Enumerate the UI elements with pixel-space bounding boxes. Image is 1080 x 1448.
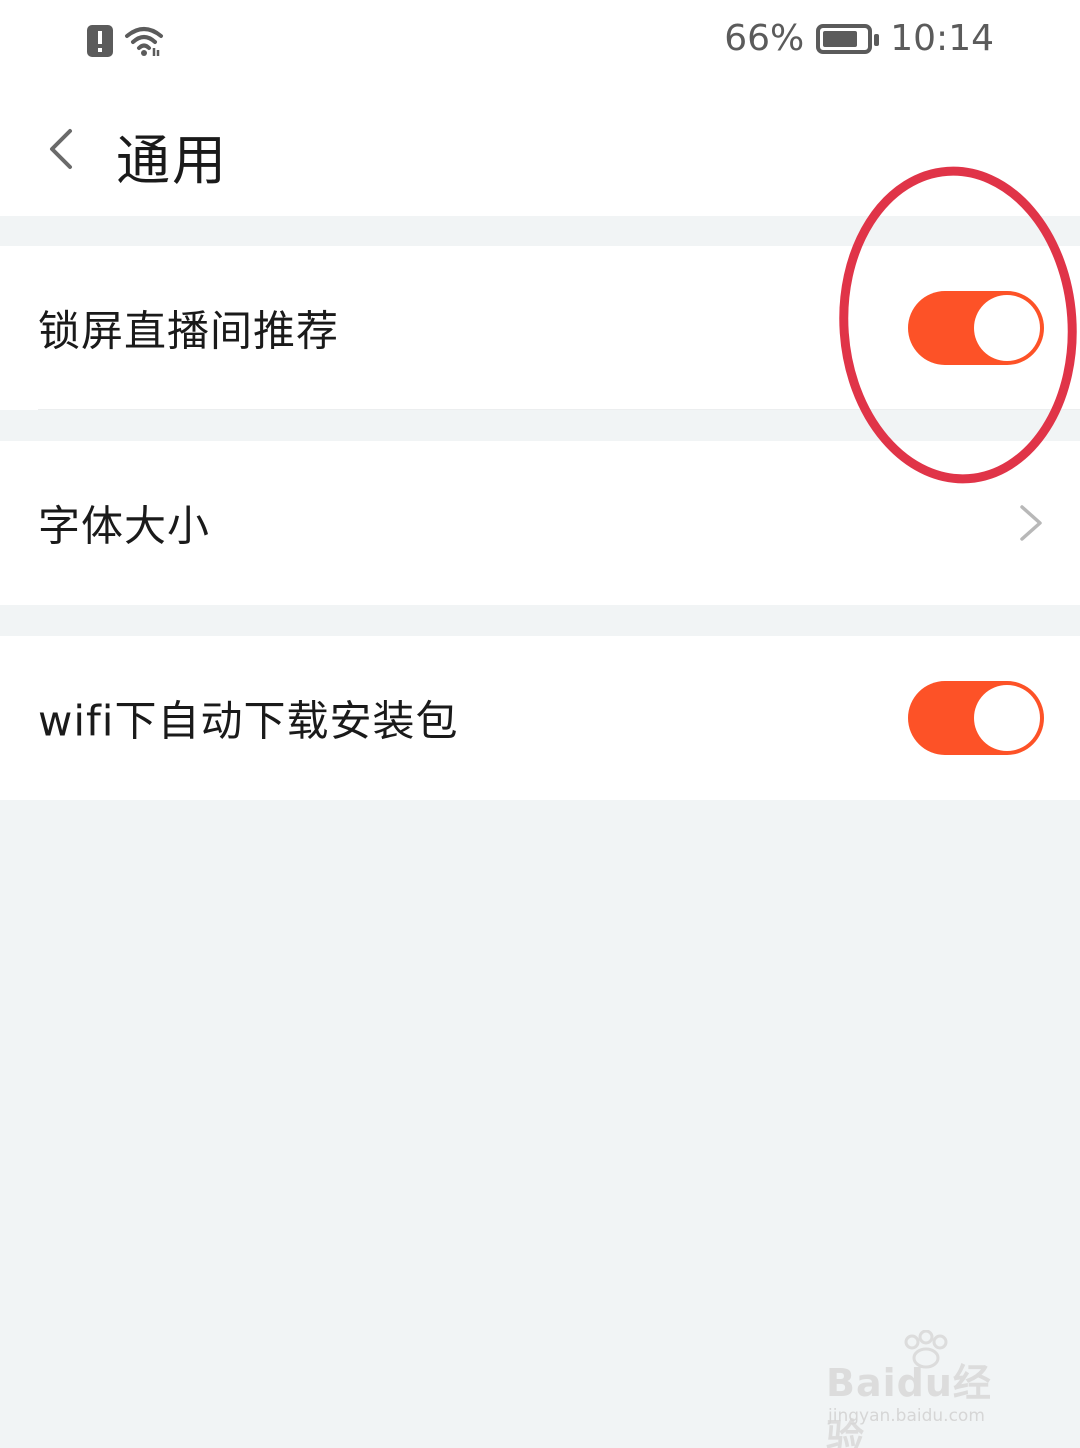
- battery-percent: 66%: [724, 18, 805, 59]
- back-button[interactable]: [30, 114, 90, 184]
- chevron-left-icon: [50, 129, 72, 169]
- annotation-circle: [839, 166, 1077, 484]
- wifi-auto-download-toggle[interactable]: [908, 681, 1044, 755]
- wifi-icon: [125, 27, 163, 56]
- battery-icon: [816, 23, 880, 54]
- watermark-sub: jingyan.baidu.com: [828, 1406, 985, 1426]
- alert-icon: [87, 25, 113, 57]
- page-title: 通用: [116, 129, 228, 192]
- status-bar: 66% 10:14: [0, 0, 1080, 88]
- screen: 66% 10:14 通用 锁屏直播间推荐 字体大小 wifi下自动下载安装包 B…: [0, 0, 1080, 1448]
- setting-row-wifi-auto-download[interactable]: wifi下自动下载安装包: [0, 636, 1080, 800]
- setting-label: 锁屏直播间推荐: [38, 306, 340, 356]
- chevron-right-icon: [1020, 505, 1042, 541]
- setting-label: wifi下自动下载安装包: [38, 696, 459, 746]
- baidu-watermark: Baidu经验 jingyan.baidu.com: [826, 1330, 1026, 1448]
- clock: 10:14: [890, 18, 994, 59]
- setting-label: 字体大小: [38, 501, 211, 551]
- status-icons-right: 66% 10:14: [724, 18, 994, 59]
- status-icons-left: [86, 24, 164, 58]
- toggle-knob: [974, 685, 1040, 751]
- watermark-main: Baidu经验: [826, 1361, 992, 1448]
